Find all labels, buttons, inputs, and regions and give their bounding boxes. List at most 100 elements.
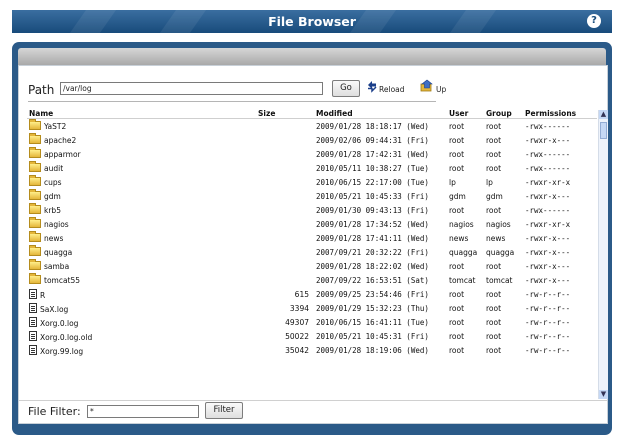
- cell-group: root: [486, 149, 502, 159]
- go-button[interactable]: Go: [332, 80, 360, 97]
- cell-group: root: [486, 135, 502, 145]
- scroll-thumb[interactable]: [600, 122, 607, 139]
- cell-modified: 2009/01/30 09:43:13 (Fri): [316, 205, 429, 215]
- cell-name[interactable]: apache2: [27, 133, 256, 147]
- cell-group: root: [486, 163, 502, 173]
- file-name[interactable]: R: [40, 291, 45, 300]
- file-name[interactable]: apparmor: [44, 150, 81, 159]
- table-row[interactable]: apparmor 2009/01/28 17:42:31 (Wed) root roo…: [27, 147, 597, 161]
- file-list: Name Size Modified User Group Permission…: [27, 109, 597, 399]
- cell-permissions: -rwxr-x---: [525, 261, 571, 271]
- file-name[interactable]: apache2: [44, 136, 76, 145]
- filter-button[interactable]: Filter: [205, 402, 243, 419]
- cell-permissions: -rwxr-x---: [525, 135, 571, 145]
- vertical-scrollbar[interactable]: ▲ ▼: [598, 110, 608, 399]
- file-name[interactable]: Xorg.99.log: [40, 347, 83, 356]
- table-row[interactable]: samba 2009/01/28 18:22:02 (Wed) root root -r…: [27, 259, 597, 273]
- cell-name[interactable]: tomcat55: [27, 273, 256, 287]
- cell-name[interactable]: gdm: [27, 189, 256, 203]
- file-name[interactable]: SaX.log: [40, 305, 68, 314]
- cell-name[interactable]: audit: [27, 161, 256, 175]
- cell-user: root: [449, 205, 465, 215]
- file-name[interactable]: audit: [44, 164, 63, 173]
- table-row[interactable]: quagga 2007/09/21 20:32:22 (Fri) quagga qua…: [27, 245, 597, 259]
- table-row[interactable]: audit 2010/05/11 10:38:27 (Tue) root root -r…: [27, 161, 597, 175]
- table-row[interactable]: tomcat55 2007/09/22 16:53:51 (Sat) tomcat t…: [27, 273, 597, 287]
- path-input[interactable]: [60, 82, 323, 95]
- folder-icon: [29, 245, 41, 256]
- cell-name[interactable]: quagga: [27, 245, 256, 259]
- table-row[interactable]: Xorg.99.log 35042 2009/01/28 18:19:06 (Wed…: [27, 343, 597, 357]
- cell-permissions: -rwxr-xr-x: [525, 177, 571, 187]
- cell-size: [256, 259, 314, 273]
- cell-size: [256, 119, 314, 134]
- cell-name[interactable]: YaST2: [27, 119, 256, 134]
- scroll-up-arrow-icon[interactable]: ▲: [599, 110, 608, 119]
- file-name[interactable]: quagga: [44, 248, 72, 257]
- column-header-user[interactable]: User: [447, 109, 484, 119]
- scroll-down-arrow-icon[interactable]: ▼: [599, 390, 608, 399]
- cell-group: lp: [486, 177, 493, 187]
- cell-modified: 2007/09/21 20:32:22 (Fri): [316, 247, 429, 257]
- folder-icon: [29, 217, 41, 228]
- file-name[interactable]: nagios: [44, 220, 69, 229]
- file-name[interactable]: tomcat55: [44, 276, 80, 285]
- cell-name[interactable]: Xorg.99.log: [27, 343, 256, 357]
- column-header-size[interactable]: Size: [256, 109, 314, 119]
- folder-icon: [29, 259, 41, 270]
- help-icon[interactable]: ?: [587, 14, 601, 28]
- cell-size: [256, 147, 314, 161]
- cell-name[interactable]: nagios: [27, 217, 256, 231]
- cell-group: root: [486, 303, 502, 313]
- cell-permissions: -rw-r--r--: [525, 289, 571, 299]
- cell-group: root: [486, 121, 502, 131]
- table-row[interactable]: gdm 2010/05/21 10:45:33 (Fri) gdm gdm -rwxr-…: [27, 189, 597, 203]
- file-filter-input[interactable]: [87, 405, 199, 418]
- table-row[interactable]: YaST2 2009/01/28 18:18:17 (Wed) root root -r…: [27, 119, 597, 134]
- file-name[interactable]: Xorg.0.log: [40, 319, 78, 328]
- table-row[interactable]: nagios 2009/01/28 17:34:52 (Wed) nagios nag…: [27, 217, 597, 231]
- file-name[interactable]: krb5: [44, 206, 61, 215]
- cell-name[interactable]: apparmor: [27, 147, 256, 161]
- folder-icon: [29, 203, 41, 214]
- cell-size: [256, 189, 314, 203]
- file-name[interactable]: YaST2: [44, 122, 66, 131]
- cell-size: [256, 231, 314, 245]
- cell-user: tomcat: [449, 275, 476, 285]
- cell-name[interactable]: Xorg.0.log.old: [27, 329, 256, 343]
- table-row[interactable]: krb5 2009/01/30 09:43:13 (Fri) root root -rw…: [27, 203, 597, 217]
- column-header-modified[interactable]: Modified: [314, 109, 447, 119]
- cell-name[interactable]: news: [27, 231, 256, 245]
- cell-user: root: [449, 121, 465, 131]
- cell-user: root: [449, 317, 465, 327]
- cell-permissions: -rwx------: [525, 149, 571, 159]
- cell-name[interactable]: samba: [27, 259, 256, 273]
- cell-size: [256, 203, 314, 217]
- file-name[interactable]: samba: [44, 262, 69, 271]
- column-header-name[interactable]: Name: [27, 109, 256, 119]
- cell-name[interactable]: R: [27, 287, 256, 301]
- cell-group: root: [486, 331, 502, 341]
- table-row[interactable]: Xorg.0.log.old 50022 2010/05/21 10:45:31 (…: [27, 329, 597, 343]
- file-name[interactable]: Xorg.0.log.old: [40, 333, 92, 342]
- table-row[interactable]: news 2009/01/28 17:41:11 (Wed) news news -rw…: [27, 231, 597, 245]
- cell-name[interactable]: SaX.log: [27, 301, 256, 315]
- column-header-group[interactable]: Group: [484, 109, 523, 119]
- table-row[interactable]: R 615 2009/09/25 23:54:46 (Fri) root root -rw…: [27, 287, 597, 301]
- cell-group: root: [486, 345, 502, 355]
- table-row[interactable]: SaX.log 3394 2009/01/29 15:32:23 (Thu) root…: [27, 301, 597, 315]
- cell-name[interactable]: krb5: [27, 203, 256, 217]
- column-header-permissions[interactable]: Permissions: [523, 109, 597, 119]
- cell-name[interactable]: Xorg.0.log: [27, 315, 256, 329]
- file-filter-label: File Filter:: [28, 405, 81, 418]
- cell-name[interactable]: cups: [27, 175, 256, 189]
- table-row[interactable]: cups 2010/06/15 22:17:00 (Tue) lp lp -rwxr-x…: [27, 175, 597, 189]
- table-row[interactable]: apache2 2009/02/06 09:44:31 (Fri) root root…: [27, 133, 597, 147]
- cell-user: nagios: [449, 219, 474, 229]
- cell-permissions: -rwxr-x---: [525, 233, 571, 243]
- file-name[interactable]: cups: [44, 178, 62, 187]
- folder-icon: [29, 273, 41, 284]
- table-row[interactable]: Xorg.0.log 49307 2010/06/15 16:41:11 (Tue)…: [27, 315, 597, 329]
- file-name[interactable]: gdm: [44, 192, 61, 201]
- file-name[interactable]: news: [44, 234, 63, 243]
